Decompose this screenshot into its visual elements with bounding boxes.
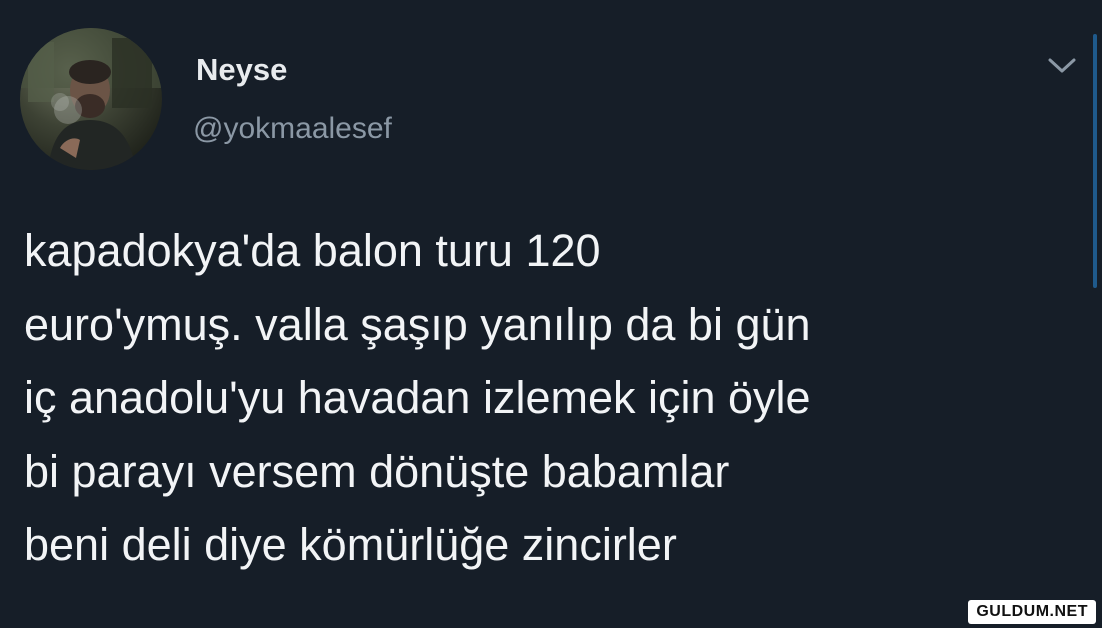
- watermark: GULDUM.NET: [968, 600, 1096, 624]
- tweet-card: Neyse @yokmaalesef kapadokya'da balon tu…: [0, 0, 1102, 628]
- user-handle[interactable]: @yokmaalesef: [193, 112, 392, 146]
- chevron-down-icon[interactable]: [1044, 50, 1080, 80]
- tweet-text-line: euro'ymuş. valla şaşıp yanılıp da bi gün: [24, 298, 811, 350]
- tweet-text-line: bi parayı versem dönüşte babamlar: [24, 445, 730, 497]
- tweet-text: kapadokya'da balon turu 120 euro'ymuş. v…: [24, 214, 1074, 582]
- scroll-indicator: [1093, 34, 1097, 288]
- tweet-text-line: kapadokya'da balon turu 120: [24, 225, 601, 276]
- avatar[interactable]: [20, 28, 162, 170]
- tweet-text-line: beni deli diye kömürlüğe zincirler: [24, 519, 677, 570]
- display-name[interactable]: Neyse: [196, 52, 287, 88]
- profile-photo-icon: [20, 28, 162, 170]
- tweet-text-line: iç anadolu'yu havadan izlemek için öyle: [24, 372, 811, 423]
